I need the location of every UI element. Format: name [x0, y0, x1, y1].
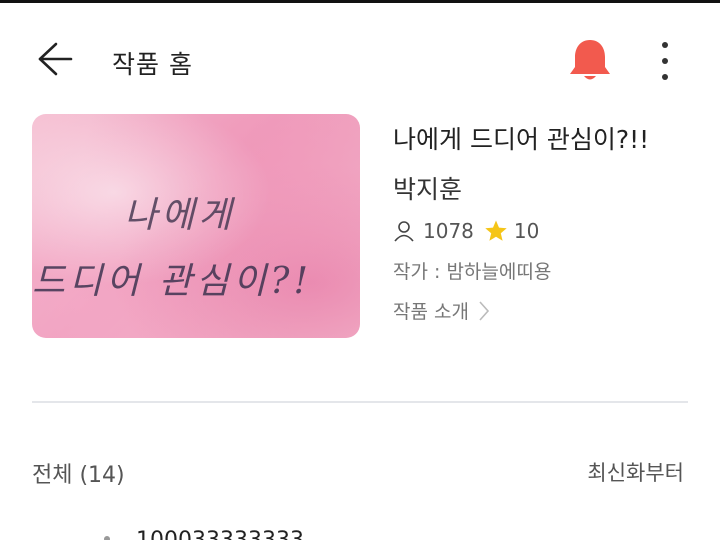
- more-options-button[interactable]: [650, 39, 680, 83]
- work-title: 나에게 드디어 관심이?!!: [393, 125, 650, 154]
- sort-button[interactable]: 최신화부터: [587, 457, 684, 487]
- rating-value: 10: [513, 219, 540, 243]
- bell-icon: [570, 40, 610, 80]
- episode-list-item[interactable]: 100033333333: [0, 528, 720, 540]
- section-divider: [32, 401, 688, 403]
- work-stats: 1078 10: [393, 216, 539, 246]
- user-icon: [394, 221, 414, 242]
- back-button[interactable]: [34, 39, 74, 79]
- arrow-left-icon: [38, 42, 73, 76]
- episode-title: 100033333333: [136, 528, 304, 540]
- app-header: 작품 홈: [0, 3, 720, 111]
- chevron-right-icon: [479, 300, 490, 321]
- work-intro-label: 작품 소개: [393, 301, 469, 323]
- writer-label: 작가 : 밤하늘에띠용: [393, 261, 552, 283]
- page-title: 작품 홈: [112, 50, 193, 79]
- view-count: 1078: [423, 219, 474, 243]
- cover-title-line2: 드디어 관심이?!: [32, 261, 312, 302]
- cover-image[interactable]: 나에게 드디어 관심이?!: [32, 114, 360, 338]
- work-intro-link[interactable]: 작품 소개: [393, 297, 491, 324]
- cover-title-line1: 나에게: [124, 195, 236, 236]
- star-icon: [485, 220, 507, 241]
- episode-count: 전체 (14): [32, 463, 125, 488]
- notification-button[interactable]: [566, 36, 614, 84]
- more-vertical-icon: [662, 42, 668, 80]
- list-bullet-icon: [104, 536, 110, 540]
- work-author: 박지훈: [393, 175, 463, 204]
